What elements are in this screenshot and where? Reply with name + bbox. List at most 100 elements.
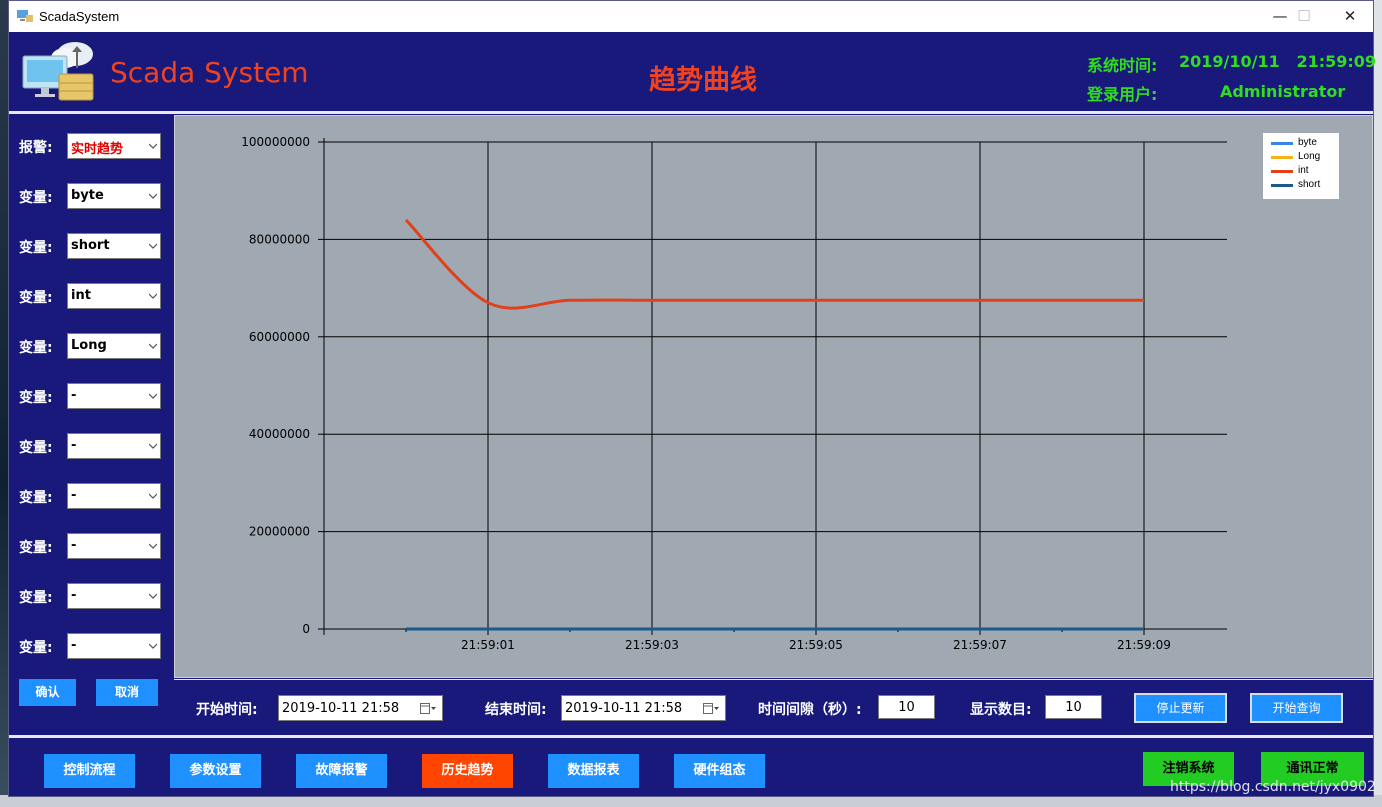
- variable-select-value: byte: [71, 188, 104, 203]
- nav-hardware-config-button[interactable]: 硬件组态: [674, 754, 765, 788]
- variable-select[interactable]: -: [67, 633, 161, 659]
- variable-label: 变量:: [19, 240, 53, 256]
- end-time-label: 结束时间:: [485, 702, 547, 718]
- title-bar: ScadaSystem — ☐ ✕: [9, 1, 1373, 32]
- system-time-value: 2019/10/11 21:59:09: [1179, 52, 1377, 71]
- chevron-down-icon: [149, 543, 157, 549]
- display-count-label: 显示数目:: [970, 702, 1032, 718]
- end-time-picker[interactable]: 2019-10-11 21:58: [561, 695, 726, 721]
- app-header: Scada System 趋势曲线 系统时间: 2019/10/11 21:59…: [9, 32, 1377, 112]
- alarm-label: 报警:: [19, 140, 53, 156]
- legend-item: short: [1271, 179, 1341, 193]
- y-tick-label: 60000000: [249, 330, 310, 344]
- y-tick-label: 40000000: [249, 427, 310, 441]
- chevron-down-icon: [149, 193, 157, 199]
- alarm-select[interactable]: 实时趋势: [67, 133, 161, 159]
- nav-control-flow-button[interactable]: 控制流程: [44, 754, 135, 788]
- legend-swatch: [1271, 156, 1293, 159]
- chevron-down-icon: [149, 593, 157, 599]
- variable-label: 变量:: [19, 490, 53, 506]
- legend-swatch: [1271, 142, 1293, 145]
- variable-select-value: -: [71, 488, 77, 503]
- start-time-value: 2019-10-11 21:58: [282, 701, 400, 716]
- confirm-button[interactable]: 确认: [19, 679, 76, 706]
- chevron-down-icon: [149, 343, 157, 349]
- variable-select[interactable]: -: [67, 483, 161, 509]
- variable-label: 变量:: [19, 590, 53, 606]
- variable-label: 变量:: [19, 340, 53, 356]
- variable-select[interactable]: -: [67, 383, 161, 409]
- desktop-background: [0, 0, 8, 807]
- brand-name: Scada System: [110, 56, 309, 89]
- calendar-icon: [703, 703, 719, 714]
- chevron-down-icon: [149, 393, 157, 399]
- maximize-button[interactable]: ☐: [1281, 1, 1327, 32]
- legend-item: int: [1271, 165, 1341, 179]
- y-tick-label: 80000000: [249, 232, 310, 246]
- y-tick-label: 20000000: [249, 525, 310, 539]
- variable-sidebar: 报警: 实时趋势 变量: byte 变量: short 变量: int 变量: …: [9, 115, 173, 734]
- variable-select-value: -: [71, 638, 77, 653]
- app-icon: [17, 10, 33, 22]
- legend-item: byte: [1271, 137, 1341, 151]
- chart-legend: byte Long int short: [1263, 133, 1339, 199]
- interval-label: 时间间隙（秒）:: [758, 702, 862, 718]
- background-window: [1374, 0, 1382, 807]
- variable-label: 变量:: [19, 540, 53, 556]
- header-divider: [9, 111, 1373, 114]
- series-line-int: [404, 218, 1144, 310]
- server-cloud-logo-icon: [22, 42, 94, 101]
- chart-canvas: 100000000 80000000 60000000 40000000 2000000…: [241, 135, 1227, 652]
- variable-row: 变量: -: [9, 383, 173, 409]
- legend-swatch: [1271, 184, 1293, 187]
- watermark: https://blog.csdn.net/jyx0902: [1170, 779, 1376, 795]
- variable-select[interactable]: byte: [67, 183, 161, 209]
- variable-row: 变量: byte: [9, 183, 173, 209]
- variable-label: 变量:: [19, 190, 53, 206]
- window-title: ScadaSystem: [39, 9, 120, 24]
- variable-select[interactable]: Long: [67, 333, 161, 359]
- chevron-down-icon: [149, 243, 157, 249]
- variable-select[interactable]: int: [67, 283, 161, 309]
- variable-select-value: short: [71, 238, 110, 253]
- x-tick-label: 21:59:03: [625, 638, 679, 652]
- variable-select-value: -: [71, 438, 77, 453]
- nav-history-trend-button[interactable]: 历史趋势: [422, 754, 513, 788]
- calendar-icon: [420, 703, 436, 714]
- query-bar: 开始时间: 2019-10-11 21:58 结束时间: 2019-10-11 …: [174, 679, 1373, 735]
- variable-row: 变量: int: [9, 283, 173, 309]
- variable-select[interactable]: -: [67, 533, 161, 559]
- nav-fault-alarm-button[interactable]: 故障报警: [296, 754, 387, 788]
- variable-select[interactable]: -: [67, 433, 161, 459]
- chevron-down-icon: [149, 643, 157, 649]
- close-button[interactable]: ✕: [1327, 1, 1373, 32]
- variable-select[interactable]: short: [67, 233, 161, 259]
- stop-update-button[interactable]: 停止更新: [1134, 693, 1227, 723]
- start-time-picker[interactable]: 2019-10-11 21:58: [278, 695, 443, 721]
- alarm-row: 报警: 实时趋势: [9, 133, 173, 159]
- variable-label: 变量:: [19, 640, 53, 656]
- x-tick-label: 21:59:07: [953, 638, 1007, 652]
- variable-row: 变量: short: [9, 233, 173, 259]
- variable-row: 变量: Long: [9, 333, 173, 359]
- start-query-button[interactable]: 开始查询: [1250, 693, 1343, 723]
- start-time-label: 开始时间:: [196, 702, 258, 718]
- bottom-nav: 控制流程 参数设置 故障报警 历史趋势 数据报表 硬件组态 注销系统 通讯正常: [9, 738, 1373, 796]
- variable-select-value: -: [71, 538, 77, 553]
- variable-select-value: -: [71, 388, 77, 403]
- cancel-button[interactable]: 取消: [96, 679, 158, 706]
- variable-row: 变量: -: [9, 533, 173, 559]
- variable-row: 变量: -: [9, 433, 173, 459]
- nav-data-report-button[interactable]: 数据报表: [548, 754, 639, 788]
- legend-label: Long: [1298, 151, 1321, 162]
- legend-label: int: [1298, 165, 1309, 176]
- nav-parameter-settings-button[interactable]: 参数设置: [170, 754, 261, 788]
- page-title: 趋势曲线: [649, 65, 757, 96]
- display-count-input[interactable]: 10: [1045, 695, 1102, 719]
- login-user-value: Administrator: [1220, 82, 1346, 101]
- variable-row: 变量: -: [9, 583, 173, 609]
- trend-chart: 100000000 80000000 60000000 40000000 2000000…: [174, 115, 1373, 678]
- variable-select[interactable]: -: [67, 583, 161, 609]
- interval-input[interactable]: 10: [878, 695, 935, 719]
- variable-label: 变量:: [19, 290, 53, 306]
